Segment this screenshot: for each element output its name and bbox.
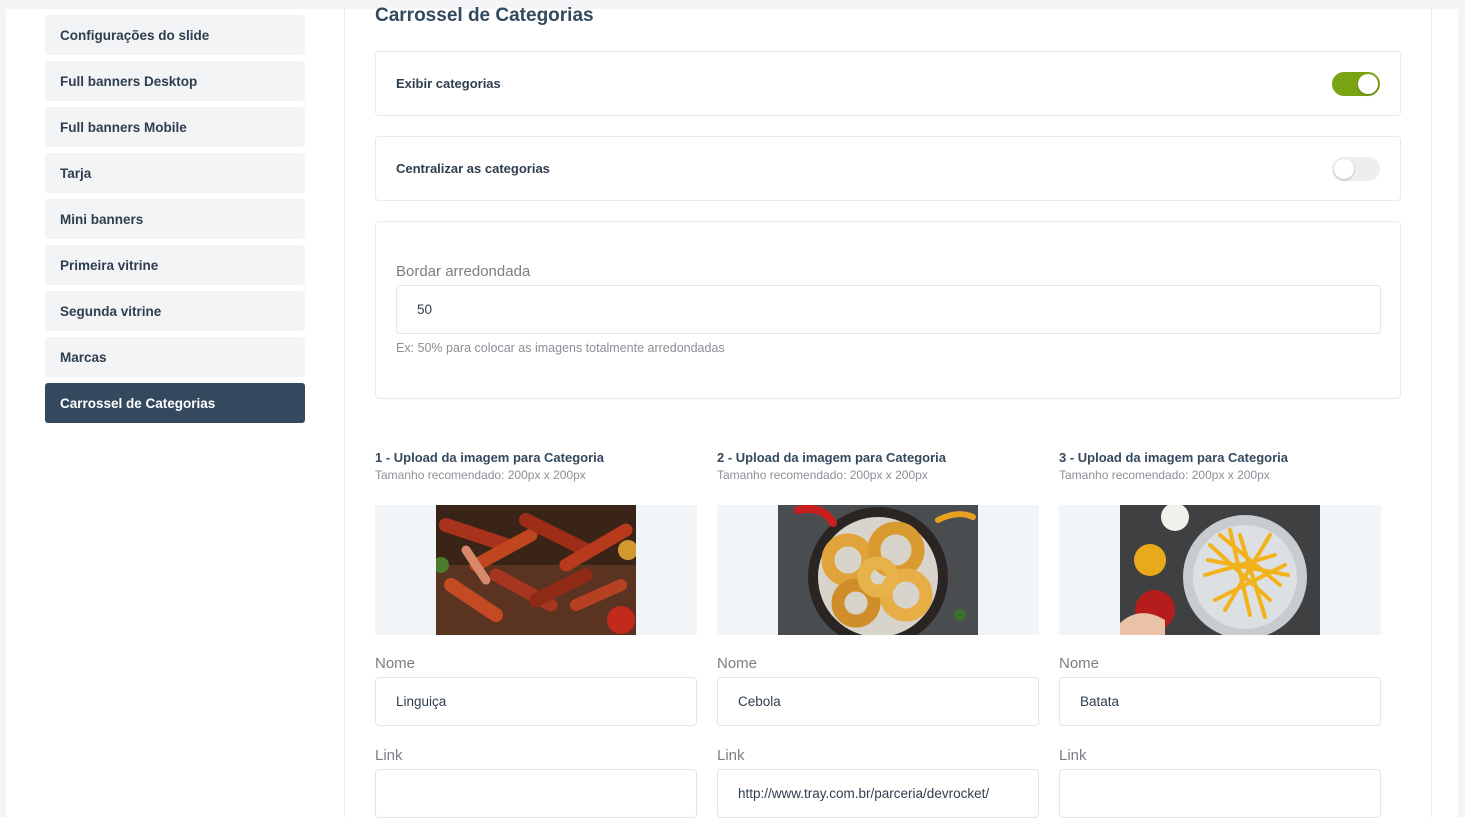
link-label: Link bbox=[717, 747, 745, 764]
page-title: Carrossel de Categorias bbox=[375, 5, 594, 26]
sidebar-item-label: Mini banners bbox=[60, 211, 144, 227]
border-radius-help: Ex: 50% para colocar as imagens totalmen… bbox=[396, 341, 725, 355]
center-categories-toggle[interactable] bbox=[1332, 157, 1380, 181]
image-upload-area[interactable] bbox=[1059, 505, 1381, 635]
toggle-knob bbox=[1358, 74, 1378, 94]
size-hint: Tamanho recomendado: 200px x 200px bbox=[717, 468, 928, 482]
sidebar-item-segunda-vitrine[interactable]: Segunda vitrine bbox=[45, 291, 305, 331]
name-input[interactable]: Linguiça bbox=[375, 677, 697, 726]
sidebar: Configurações do slide Full banners Desk… bbox=[45, 15, 305, 429]
sausages-photo bbox=[436, 505, 636, 635]
category-upload-1: 1 - Upload da imagem para Categoria Tama… bbox=[375, 450, 697, 818]
border-radius-label: Bordar arredondada bbox=[396, 263, 531, 280]
sidebar-item-label: Tarja bbox=[60, 165, 92, 181]
category-upload-3: 3 - Upload da imagem para Categoria Tama… bbox=[1059, 450, 1381, 818]
link-input[interactable] bbox=[1059, 769, 1381, 818]
sidebar-item-marcas[interactable]: Marcas bbox=[45, 337, 305, 377]
name-input[interactable]: Batata bbox=[1059, 677, 1381, 726]
sidebar-item-mini-banners[interactable]: Mini banners bbox=[45, 199, 305, 239]
link-label: Link bbox=[1059, 747, 1087, 764]
upload-title: 3 - Upload da imagem para Categoria bbox=[1059, 450, 1289, 465]
toggle-card-show-categories: Exibir categorias bbox=[375, 51, 1401, 116]
size-hint: Tamanho recomendado: 200px x 200px bbox=[375, 468, 586, 482]
french-fries-photo bbox=[1120, 505, 1320, 635]
onion-rings-photo bbox=[778, 505, 978, 635]
sidebar-item-full-banners-mobile[interactable]: Full banners Mobile bbox=[45, 107, 305, 147]
toggle-label: Centralizar as categorias bbox=[396, 161, 550, 176]
link-label: Link bbox=[375, 747, 403, 764]
name-label: Nome bbox=[375, 655, 416, 672]
name-label: Nome bbox=[1059, 655, 1100, 672]
link-input[interactable] bbox=[375, 769, 697, 818]
show-categories-toggle[interactable] bbox=[1332, 72, 1380, 96]
upload-title: 1 - Upload da imagem para Categoria bbox=[375, 450, 605, 465]
sidebar-item-label: Carrossel de Categorias bbox=[60, 395, 216, 411]
sidebar-item-primeira-vitrine[interactable]: Primeira vitrine bbox=[45, 245, 305, 285]
sidebar-item-label: Full banners Mobile bbox=[60, 119, 187, 135]
toggle-card-center-categories: Centralizar as categorias bbox=[375, 136, 1401, 201]
image-upload-area[interactable] bbox=[375, 505, 697, 635]
sidebar-item-label: Segunda vitrine bbox=[60, 303, 162, 319]
sidebar-item-carrossel-categorias[interactable]: Carrossel de Categorias bbox=[45, 383, 305, 423]
name-label: Nome bbox=[717, 655, 758, 672]
border-radius-card: Bordar arredondada 50 Ex: 50% para coloc… bbox=[375, 221, 1401, 399]
category-upload-2: 2 - Upload da imagem para Categoria Tama… bbox=[717, 450, 1039, 818]
sidebar-item-full-banners-desktop[interactable]: Full banners Desktop bbox=[45, 61, 305, 101]
sidebar-item-label: Full banners Desktop bbox=[60, 73, 198, 89]
toggle-knob bbox=[1334, 159, 1354, 179]
size-hint: Tamanho recomendado: 200px x 200px bbox=[1059, 468, 1270, 482]
sidebar-item-slide-settings[interactable]: Configurações do slide bbox=[45, 15, 305, 55]
sidebar-item-tarja[interactable]: Tarja bbox=[45, 153, 305, 193]
sidebar-item-label: Primeira vitrine bbox=[60, 257, 159, 273]
sidebar-item-label: Configurações do slide bbox=[60, 27, 210, 43]
name-input[interactable]: Cebola bbox=[717, 677, 1039, 726]
border-radius-input[interactable]: 50 bbox=[396, 285, 1381, 334]
toggle-label: Exibir categorias bbox=[396, 76, 501, 91]
link-input[interactable]: http://www.tray.com.br/parceria/devrocke… bbox=[717, 769, 1039, 818]
image-upload-area[interactable] bbox=[717, 505, 1039, 635]
sidebar-item-label: Marcas bbox=[60, 349, 107, 365]
divider bbox=[1431, 9, 1432, 817]
divider bbox=[344, 9, 345, 817]
upload-title: 2 - Upload da imagem para Categoria bbox=[717, 450, 947, 465]
